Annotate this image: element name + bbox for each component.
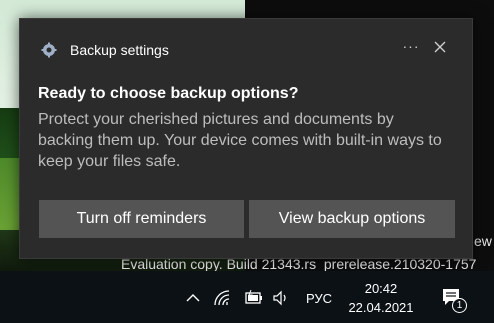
toast-title: Ready to choose backup options?	[38, 85, 299, 102]
taskbar: РУС 20:42 22.04.2021 1	[0, 271, 494, 323]
toast-app-name: Backup settings	[70, 42, 169, 58]
system-clock[interactable]: 20:42 22.04.2021	[346, 279, 416, 317]
speaker-icon[interactable]	[272, 289, 290, 307]
input-language-indicator[interactable]: РУС	[306, 291, 332, 306]
notification-count-badge: 1	[452, 298, 467, 313]
clock-time: 20:42	[364, 281, 398, 296]
gear-icon	[41, 42, 57, 58]
battery-icon[interactable]	[242, 289, 264, 307]
backup-toast-notification[interactable]: Backup settings ··· Ready to choose back…	[19, 18, 473, 259]
clock-date: 22.04.2021	[348, 300, 414, 315]
wifi-icon[interactable]	[213, 289, 231, 307]
turn-off-reminders-button[interactable]: Turn off reminders	[39, 200, 244, 238]
toast-body: Protect your cherished pictures and docu…	[38, 111, 442, 170]
watermark-partial-text: ew	[474, 233, 492, 249]
view-backup-options-button[interactable]: View backup options	[249, 200, 455, 238]
chevron-up-icon[interactable]	[184, 289, 202, 307]
close-icon[interactable]	[430, 37, 450, 57]
more-options-button[interactable]: ···	[400, 37, 422, 57]
action-center-button[interactable]: 1	[437, 285, 467, 315]
